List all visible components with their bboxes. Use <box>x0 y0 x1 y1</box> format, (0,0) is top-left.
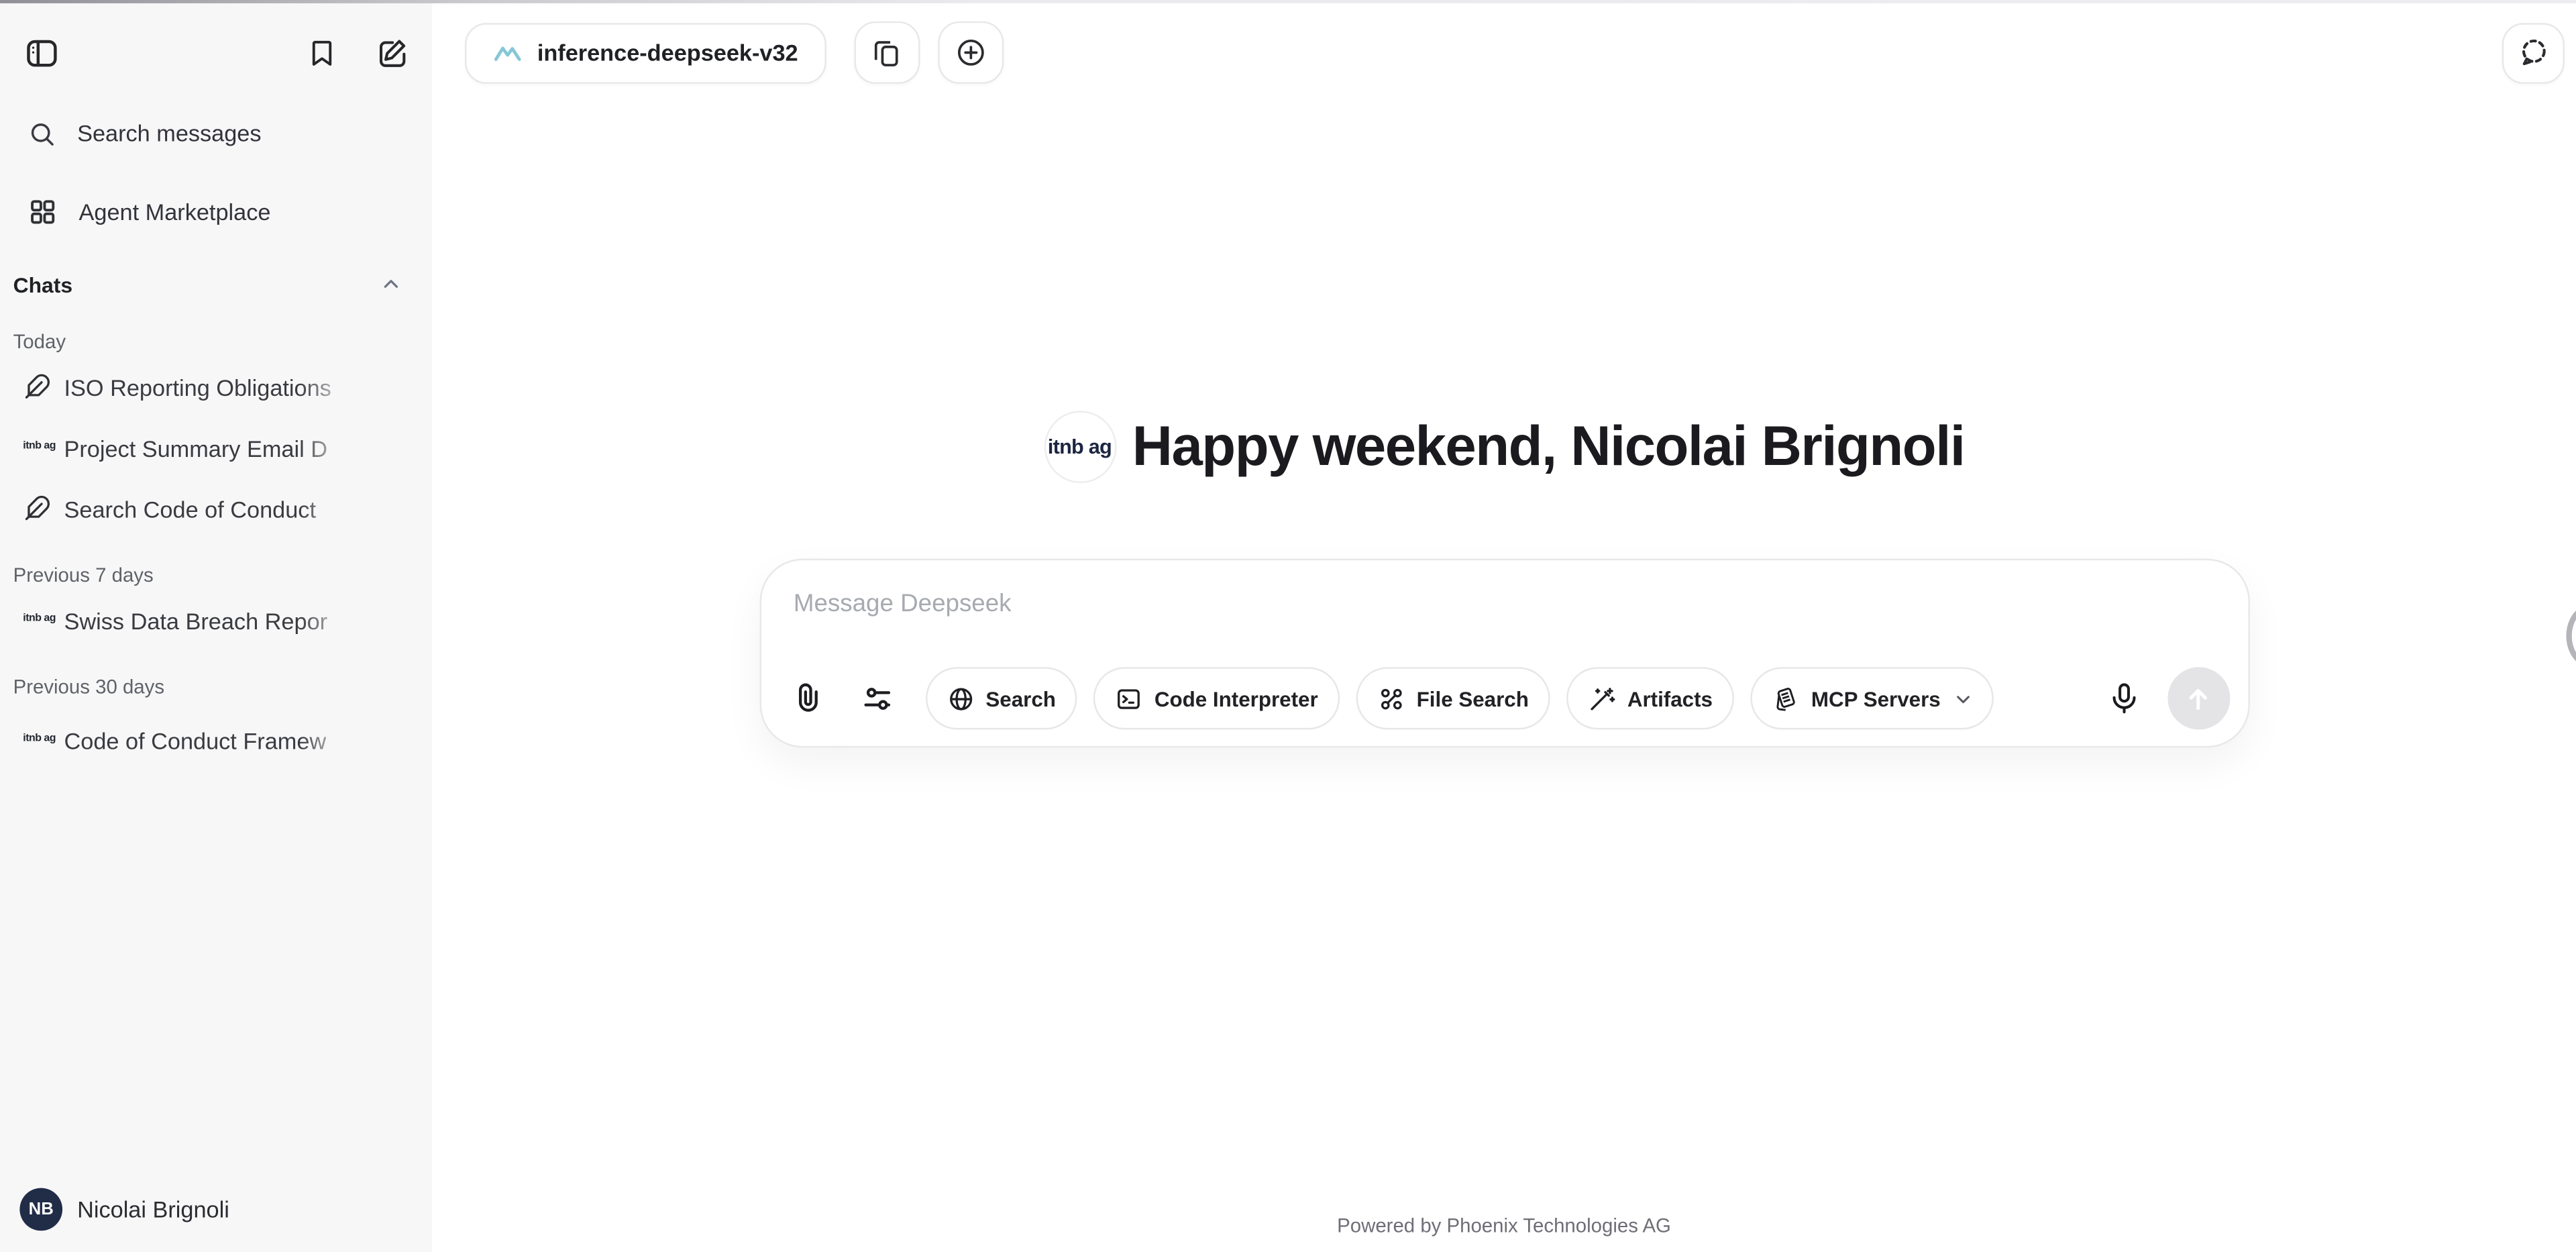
sidebar-toggle-button[interactable] <box>23 34 60 71</box>
tool-code-interpreter-button[interactable]: Code Interpreter <box>1093 667 1339 729</box>
itnb-logo-icon: itnb ag <box>23 615 51 626</box>
tool-artifacts-button[interactable]: Artifacts <box>1566 667 1734 729</box>
chat-list-item[interactable]: Search Code of Conduct <box>0 478 432 539</box>
topbar: inference-deepseek-v32 <box>432 0 2576 105</box>
wand-icon <box>1588 684 1616 713</box>
panel-drag-handle[interactable] <box>2560 610 2576 662</box>
chat-title: Swiss Data Breach Repor <box>64 607 352 633</box>
chats-header-label: Chats <box>13 272 72 297</box>
microphone-icon <box>2106 680 2141 717</box>
chat-section-label: Previous 30 days <box>0 676 432 698</box>
itnb-logo-icon: itnb ag <box>23 735 51 745</box>
globe-icon <box>947 684 975 713</box>
tool-search-button[interactable]: Search <box>925 667 1077 729</box>
sliders-icon <box>859 681 894 715</box>
chevron-up-icon <box>381 274 400 294</box>
main-area: inference-deepseek-v32 <box>432 0 2576 1252</box>
app-window: Search messages Agent Marketplace Chats <box>0 0 2576 1252</box>
chat-title: ISO Reporting Obligations <box>64 374 352 400</box>
chevron-down-icon <box>1953 689 1972 707</box>
new-chat-button[interactable] <box>374 36 409 70</box>
tool-label: Search <box>985 686 1056 711</box>
chat-history: Today ISO Reporting Obligations itnb ag … <box>0 330 432 770</box>
chat-section-label: Previous 7 days <box>0 564 432 586</box>
chat-list-item[interactable]: ISO Reporting Obligations <box>0 356 432 417</box>
compose-icon <box>374 36 409 70</box>
layers-icon <box>1772 684 1800 713</box>
tool-label: File Search <box>1417 686 1529 711</box>
nodes-icon <box>1377 684 1405 713</box>
paperclip-icon <box>790 680 824 717</box>
window-top-hairline <box>0 0 2576 3</box>
temporary-chat-button[interactable] <box>2502 22 2565 83</box>
add-model-button[interactable] <box>938 21 1004 84</box>
tool-label: Code Interpreter <box>1155 686 1318 711</box>
quill-icon <box>23 494 51 523</box>
tool-file-search-button[interactable]: File Search <box>1356 667 1550 729</box>
chat-title: Code of Conduct Framew <box>64 727 352 753</box>
plus-circle-icon <box>954 36 987 69</box>
sidebar-item-search-messages[interactable]: Search messages <box>0 105 432 161</box>
quill-icon <box>23 373 51 401</box>
powered-by-footer: Powered by Phoenix Technologies AG <box>1337 1214 1671 1237</box>
chat-list-item[interactable]: itnb ag Code of Conduct Framew <box>0 710 432 771</box>
composer-toolbar: Search Code Interpreter <box>790 667 2229 729</box>
chat-list-item[interactable]: itnb ag Swiss Data Breach Repor <box>0 590 432 651</box>
message-composer: Search Code Interpreter <box>759 559 2249 748</box>
tool-label: Artifacts <box>1627 686 1713 711</box>
panel-toggle-icon <box>23 34 60 71</box>
greeting-title: Happy weekend, Nicolai Brignoli <box>1132 415 1965 479</box>
model-name: inference-deepseek-v32 <box>537 40 798 66</box>
tools-settings-button[interactable] <box>859 681 894 715</box>
copy-icon <box>871 37 903 68</box>
chats-section-header[interactable]: Chats <box>0 263 432 306</box>
user-avatar: NB <box>19 1188 62 1231</box>
user-name: Nicolai Brignoli <box>77 1196 229 1222</box>
bookmarks-button[interactable] <box>306 36 339 70</box>
model-selector[interactable]: inference-deepseek-v32 <box>465 22 826 83</box>
tool-label: MCP Servers <box>1811 686 1941 711</box>
message-input[interactable] <box>794 590 2174 642</box>
greeting-block: itnb ag Happy weekend, Nicolai Brignoli <box>1044 411 1965 483</box>
arrow-up-icon <box>2182 683 2214 715</box>
send-message-button[interactable] <box>2167 667 2229 729</box>
sidebar-item-agent-marketplace[interactable]: Agent Marketplace <box>0 184 432 240</box>
itnb-avatar: itnb ag <box>1044 411 1116 483</box>
chat-section-label: Today <box>0 330 432 353</box>
bookmark-icon <box>306 36 339 70</box>
compare-models-button[interactable] <box>854 21 920 84</box>
search-icon <box>28 119 56 148</box>
agent-marketplace-label: Agent Marketplace <box>79 199 271 225</box>
tool-mcp-servers-button[interactable]: MCP Servers <box>1750 667 1993 729</box>
terminal-icon <box>1115 684 1143 713</box>
itnb-logo-icon: itnb ag <box>23 442 51 453</box>
sidebar-header <box>0 0 432 105</box>
chat-title: Project Summary Email D <box>64 435 352 461</box>
sidebar: Search messages Agent Marketplace Chats <box>0 0 432 1252</box>
search-messages-label: Search messages <box>77 120 261 146</box>
chat-list-item[interactable]: itnb ag Project Summary Email D <box>0 417 432 478</box>
user-profile-button[interactable]: NB Nicolai Brignoli <box>19 1188 229 1231</box>
grid-icon <box>28 197 58 227</box>
attach-file-button[interactable] <box>790 680 824 717</box>
chat-title: Search Code of Conduct <box>64 495 352 521</box>
voice-input-button[interactable] <box>2106 680 2141 717</box>
model-logo-icon <box>493 41 523 64</box>
dashed-chat-bubble-icon <box>2517 36 2550 69</box>
